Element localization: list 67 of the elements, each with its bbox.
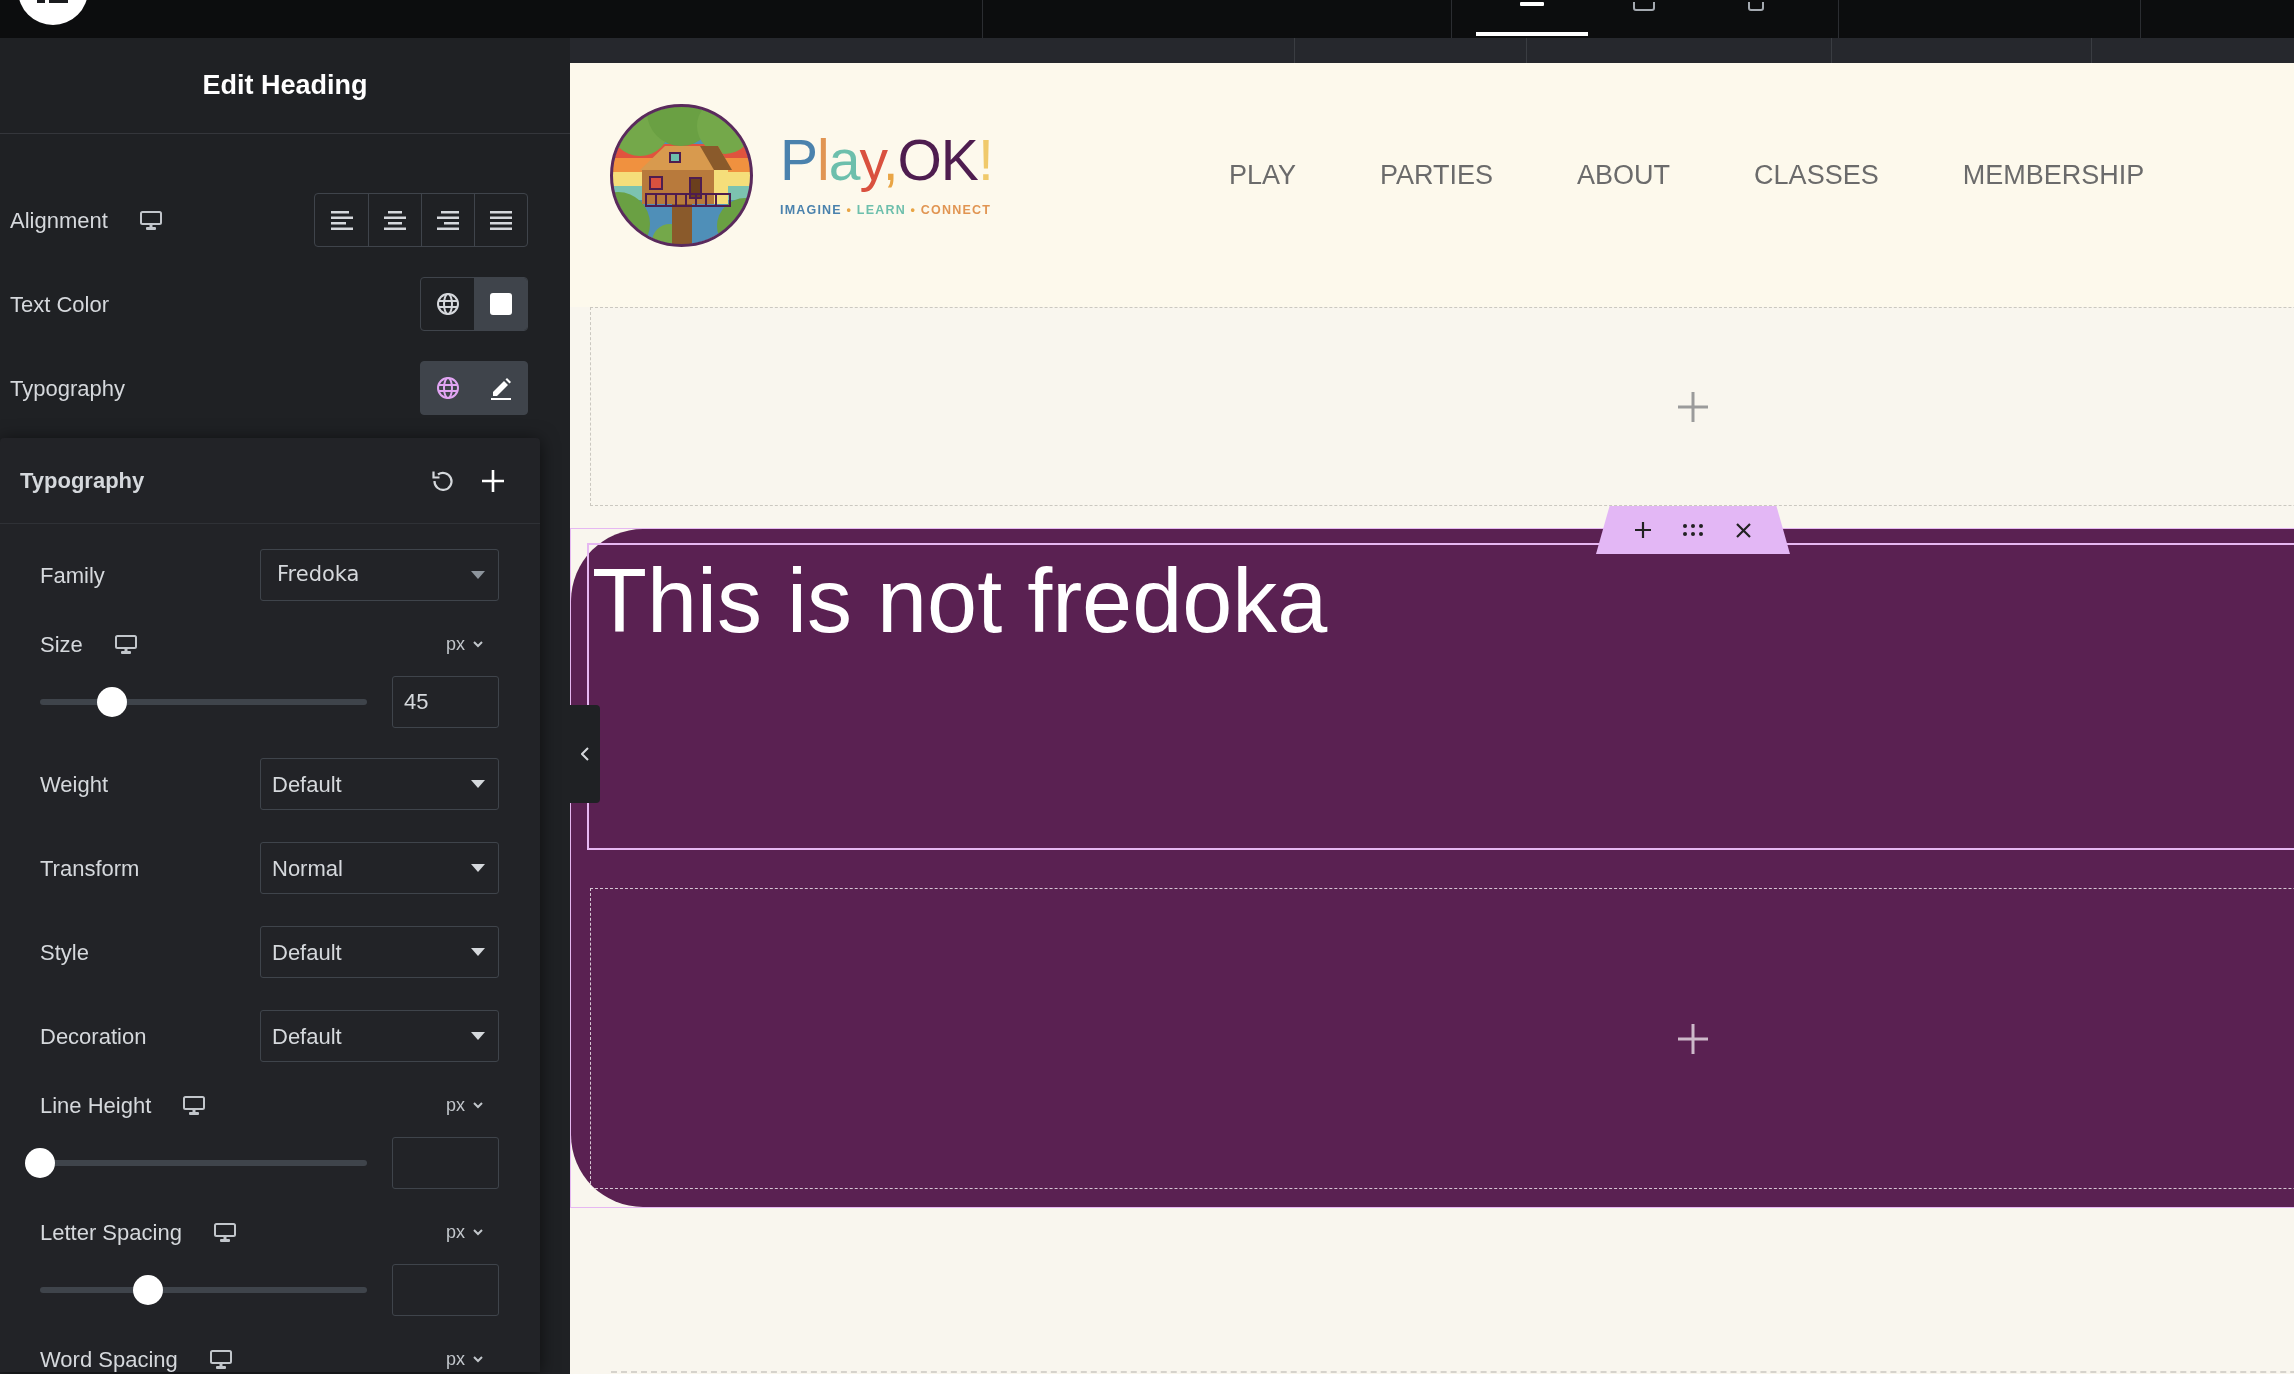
caret-icon xyxy=(471,571,485,579)
close-icon xyxy=(1735,522,1751,538)
chevron-down-icon xyxy=(473,1101,483,1109)
menu-link[interactable]: PARTIES xyxy=(1380,155,1494,196)
caret-icon xyxy=(471,780,485,788)
circular-arrow-icon xyxy=(432,469,454,492)
slider-thumb[interactable] xyxy=(132,1275,163,1305)
chevron-left-icon xyxy=(581,747,589,761)
monitor-icon[interactable] xyxy=(213,1222,236,1242)
control-label: Text Color xyxy=(10,290,110,319)
panel-title: Edit Heading xyxy=(202,69,368,103)
field-label: Transform xyxy=(40,854,140,883)
select-field[interactable]: Default xyxy=(260,1010,499,1062)
number-input[interactable]: 45 xyxy=(392,676,499,728)
chevron-down-icon xyxy=(473,640,483,648)
device-icon xyxy=(1633,2,1655,11)
monitor-icon[interactable] xyxy=(139,210,162,230)
plus-icon xyxy=(1635,522,1651,538)
align-center-icon xyxy=(384,210,406,230)
field-label: Letter Spacing xyxy=(40,1218,182,1247)
monitor-icon[interactable] xyxy=(209,1349,232,1369)
plus-icon xyxy=(482,469,504,492)
field-label: Style xyxy=(40,938,89,967)
number-input[interactable] xyxy=(392,1137,499,1189)
unit-selector[interactable]: px xyxy=(446,1345,483,1373)
field-label: Size xyxy=(40,630,83,659)
menu-link[interactable]: PLAY xyxy=(1229,155,1297,196)
menu-link[interactable]: ABOUT xyxy=(1577,155,1671,196)
control-label: Typography xyxy=(10,374,125,403)
select-field[interactable]: Normal xyxy=(260,842,499,894)
menu-link[interactable]: CLASSES xyxy=(1754,155,1879,196)
grip-dots-icon xyxy=(1683,524,1703,536)
field-label: Word Spacing xyxy=(40,1345,178,1374)
field-label: Family xyxy=(40,561,105,590)
heading-text: This is not fredoka xyxy=(592,550,1329,653)
chevron-down-icon xyxy=(473,1355,483,1363)
select-field[interactable]: Default xyxy=(260,758,499,810)
align-right-icon xyxy=(437,210,459,230)
device-icon xyxy=(1748,2,1764,11)
caret-icon xyxy=(471,948,485,956)
field-label: Weight xyxy=(40,770,109,799)
number-input[interactable] xyxy=(392,1264,499,1316)
slider-thumb[interactable] xyxy=(96,687,127,717)
monitor-icon[interactable] xyxy=(183,1095,206,1115)
menu-link[interactable]: MEMBERSHIP xyxy=(1962,155,2145,196)
caret-icon xyxy=(471,864,485,872)
pencil-icon xyxy=(489,376,513,400)
chevron-down-icon xyxy=(473,1228,483,1236)
app-logo-icon[interactable] xyxy=(18,0,88,25)
unit-selector[interactable]: px xyxy=(446,1091,483,1119)
device-icon xyxy=(1520,2,1544,6)
site-tagline: IMAGINE • LEARN • CONNECT xyxy=(780,201,993,219)
field-label: Decoration xyxy=(40,1022,147,1051)
select-field[interactable]: Default xyxy=(260,926,499,978)
align-justify-icon xyxy=(490,210,512,230)
caret-icon xyxy=(471,1032,485,1040)
plus-icon[interactable] xyxy=(1678,1023,1708,1054)
color-picker-button[interactable] xyxy=(474,278,527,330)
field-label: Line Height xyxy=(40,1091,152,1120)
slider-thumb[interactable] xyxy=(25,1148,55,1178)
unit-selector[interactable]: px xyxy=(446,630,483,658)
control-label: Alignment xyxy=(10,206,108,235)
monitor-icon[interactable] xyxy=(114,634,137,654)
align-left-icon xyxy=(330,210,353,230)
unit-selector[interactable]: px xyxy=(446,1218,483,1246)
popover-title: Typography xyxy=(20,467,145,495)
font-select-field[interactable]: Fredoka xyxy=(260,549,499,601)
